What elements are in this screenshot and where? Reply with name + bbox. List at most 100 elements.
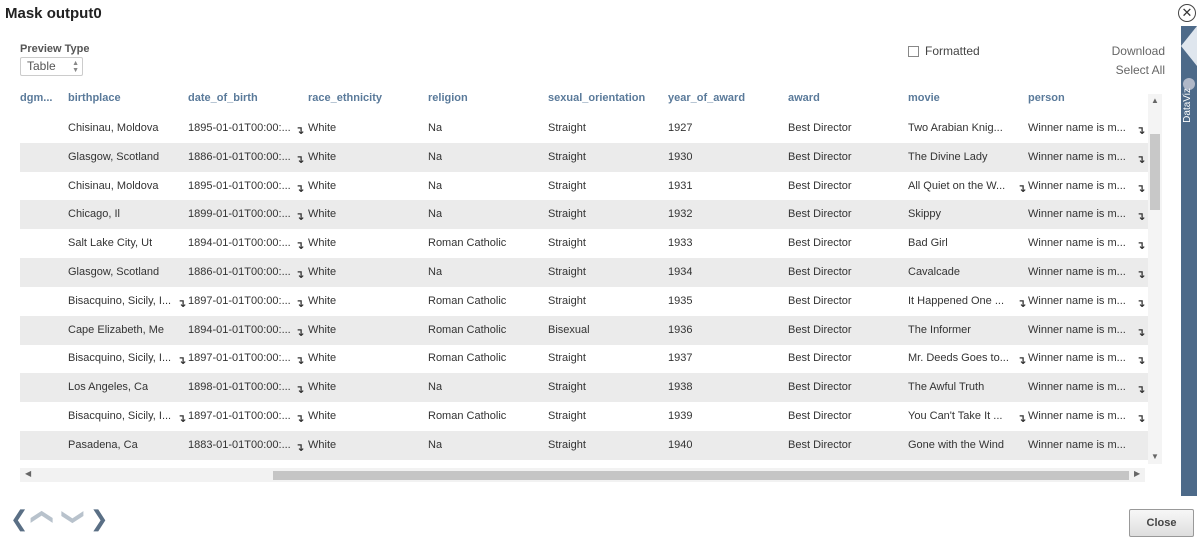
expand-arrow-icon[interactable]: ↴ <box>1136 383 1145 396</box>
expand-arrow-icon[interactable]: ↴ <box>295 153 304 166</box>
table-row[interactable]: Glasgow, Scotland 1886-01-01T00:00:... Whi… <box>20 142 1148 172</box>
table-cell: White <box>308 179 337 192</box>
horizontal-scroll-thumb[interactable] <box>273 471 1129 480</box>
table-row[interactable]: Bisacquino, Sicily, I... 1897-01-01T00:00… <box>20 344 1148 373</box>
table-cell: Roman Catholic <box>428 237 507 250</box>
chevron-left-icon[interactable]: ❮ <box>10 506 28 532</box>
dataviz-label: DataViz <box>1182 88 1193 123</box>
select-all-link[interactable]: Select All <box>1116 63 1165 77</box>
expand-arrow-icon[interactable]: ↴ <box>1017 412 1026 425</box>
dialog-title: Mask output0 <box>5 5 102 22</box>
expand-arrow-icon[interactable]: ↴ <box>1136 326 1145 339</box>
table-cell: Best Director <box>788 410 852 422</box>
table-row[interactable]: Bisacquino, Sicily, I... 1897-01-01T00:00… <box>20 287 1148 316</box>
expand-arrow-icon[interactable]: ↴ <box>1136 297 1145 310</box>
table-row[interactable]: Chisinau, Moldova 1895-01-01T00:00:... Whi… <box>20 172 1148 201</box>
table-cell: Straight <box>548 150 586 163</box>
expand-arrow-icon[interactable]: ↴ <box>1136 239 1145 252</box>
table-cell: Winner name is m... <box>1028 381 1126 394</box>
table-cell: Chisinau, Moldova <box>68 179 159 192</box>
column-header[interactable]: religion <box>428 92 468 104</box>
table-cell: Na <box>428 266 443 278</box>
expand-arrow-icon[interactable]: ↴ <box>295 182 304 195</box>
vertical-scrollbar[interactable]: ▲ ▼ <box>1148 94 1162 464</box>
expand-arrow-icon[interactable]: ↴ <box>1017 354 1026 367</box>
formatted-checkbox[interactable] <box>908 45 919 57</box>
expand-arrow-icon[interactable]: ↴ <box>1136 412 1145 425</box>
expand-arrow-icon[interactable]: ↴ <box>295 412 304 425</box>
chevron-down-icon[interactable]: ❮ <box>58 508 84 526</box>
expand-arrow-icon[interactable]: ↴ <box>295 383 304 396</box>
expand-arrow-icon[interactable]: ↴ <box>295 124 304 137</box>
expand-arrow-icon[interactable]: ↴ <box>1136 210 1145 223</box>
column-header[interactable]: birthplace <box>68 92 121 104</box>
chevron-right-icon[interactable]: ❯ <box>90 506 108 532</box>
table-cell: Cape Elizabeth, Me <box>68 323 164 336</box>
table-cell: Winner name is m... <box>1028 179 1126 192</box>
table-row[interactable]: Bisacquino, Sicily, I... 1897-01-01T00:00… <box>20 402 1148 431</box>
expand-arrow-icon[interactable]: ↴ <box>1136 354 1145 367</box>
expand-arrow-icon[interactable]: ↴ <box>295 297 304 310</box>
table-cell: The Informer <box>908 323 971 336</box>
table-cell: Straight <box>548 294 586 307</box>
preview-type-select[interactable]: Table ▲ ▼ <box>20 57 83 76</box>
expand-arrow-icon[interactable]: ↴ <box>295 441 304 454</box>
vertical-scroll-thumb[interactable] <box>1150 134 1160 210</box>
column-header[interactable]: race_ethnicity <box>308 92 382 104</box>
table-row[interactable]: Glasgow, Scotland 1886-01-01T00:00:... Whi… <box>20 258 1148 287</box>
close-button[interactable]: Close <box>1129 509 1194 537</box>
column-header[interactable]: person <box>1028 92 1065 104</box>
expand-arrow-icon[interactable]: ↴ <box>1017 182 1026 195</box>
expand-arrow-icon[interactable]: ↴ <box>295 354 304 367</box>
table-cell: Pasadena, Ca <box>68 438 138 451</box>
chevron-up-icon[interactable]: ❮ <box>30 508 56 526</box>
expand-arrow-icon[interactable]: ↴ <box>177 354 186 367</box>
expand-arrow-icon[interactable]: ↴ <box>1136 124 1145 137</box>
column-header[interactable]: year_of_award <box>668 92 745 104</box>
expand-arrow-icon[interactable]: ↴ <box>1136 182 1145 195</box>
close-icon[interactable]: ✕ <box>1178 4 1196 22</box>
column-header[interactable]: idgm... <box>20 92 52 104</box>
table-row[interactable]: Pasadena, Ca 1883-01-01T00:00:... White Na S… <box>20 430 1148 460</box>
column-header[interactable]: award <box>788 92 820 104</box>
scroll-left-icon[interactable]: ◀ <box>25 469 31 478</box>
table-cell: Bad Girl <box>908 237 948 250</box>
expand-arrow-icon[interactable]: ↴ <box>1136 268 1145 281</box>
table-cell: White <box>308 208 337 221</box>
dataviz-panel[interactable]: DataViz <box>1181 26 1197 496</box>
expand-arrow-icon[interactable]: ↴ <box>1017 297 1026 310</box>
scroll-up-icon[interactable]: ▲ <box>1151 96 1159 105</box>
expand-arrow-icon[interactable]: ↴ <box>295 326 304 339</box>
table-cell: All Quiet on the W... <box>908 179 1006 192</box>
table-row[interactable]: Los Angeles, Ca 1898-01-01T00:00:... White… <box>20 373 1148 403</box>
column-header[interactable]: sexual_orientation <box>548 92 645 104</box>
table-row[interactable]: Cape Elizabeth, Me 1894-01-01T00:00:... Wh… <box>20 315 1148 345</box>
expand-arrow-icon[interactable]: ↴ <box>295 268 304 281</box>
column-header[interactable]: movie <box>908 92 940 104</box>
table-cell: 1935 <box>668 294 693 307</box>
expand-arrow-icon[interactable]: ↴ <box>177 297 186 310</box>
panel-toggle-icon[interactable] <box>1181 26 1197 66</box>
select-arrows-icon: ▲ ▼ <box>72 60 79 74</box>
download-link[interactable]: Download <box>1112 44 1165 58</box>
table-cell: Roman Catholic <box>428 294 507 307</box>
scroll-right-icon[interactable]: ▶ <box>1134 469 1140 478</box>
expand-arrow-icon[interactable]: ↴ <box>295 239 304 252</box>
table-cell: Best Director <box>788 381 852 394</box>
table-row[interactable]: Salt Lake City, Ut 1894-01-01T00:00:... Wh… <box>20 229 1148 258</box>
table-cell: Best Director <box>788 323 852 336</box>
expand-arrow-icon[interactable]: ↴ <box>1136 153 1145 166</box>
expand-arrow-icon[interactable]: ↴ <box>177 412 186 425</box>
table-cell: Na <box>428 150 443 163</box>
table-cell: 1897-01-01T00:00:... <box>188 410 291 422</box>
table-row[interactable]: Chicago, Il 1899-01-01T00:00:... White Na St… <box>20 200 1148 230</box>
scroll-down-icon[interactable]: ▼ <box>1151 452 1159 461</box>
column-header[interactable]: date_of_birth <box>188 92 258 104</box>
table-row[interactable]: Chisinau, Moldova 1895-01-01T00:00:... Whi… <box>20 114 1148 143</box>
table-cell: White <box>308 410 337 422</box>
preview-type-label: Preview Type <box>20 43 90 55</box>
formatted-toggle[interactable]: Formatted <box>908 44 980 58</box>
expand-arrow-icon[interactable]: ↴ <box>295 210 304 223</box>
table-cell: White <box>308 122 337 134</box>
horizontal-scrollbar[interactable]: ◀ ▶ <box>20 468 1145 482</box>
